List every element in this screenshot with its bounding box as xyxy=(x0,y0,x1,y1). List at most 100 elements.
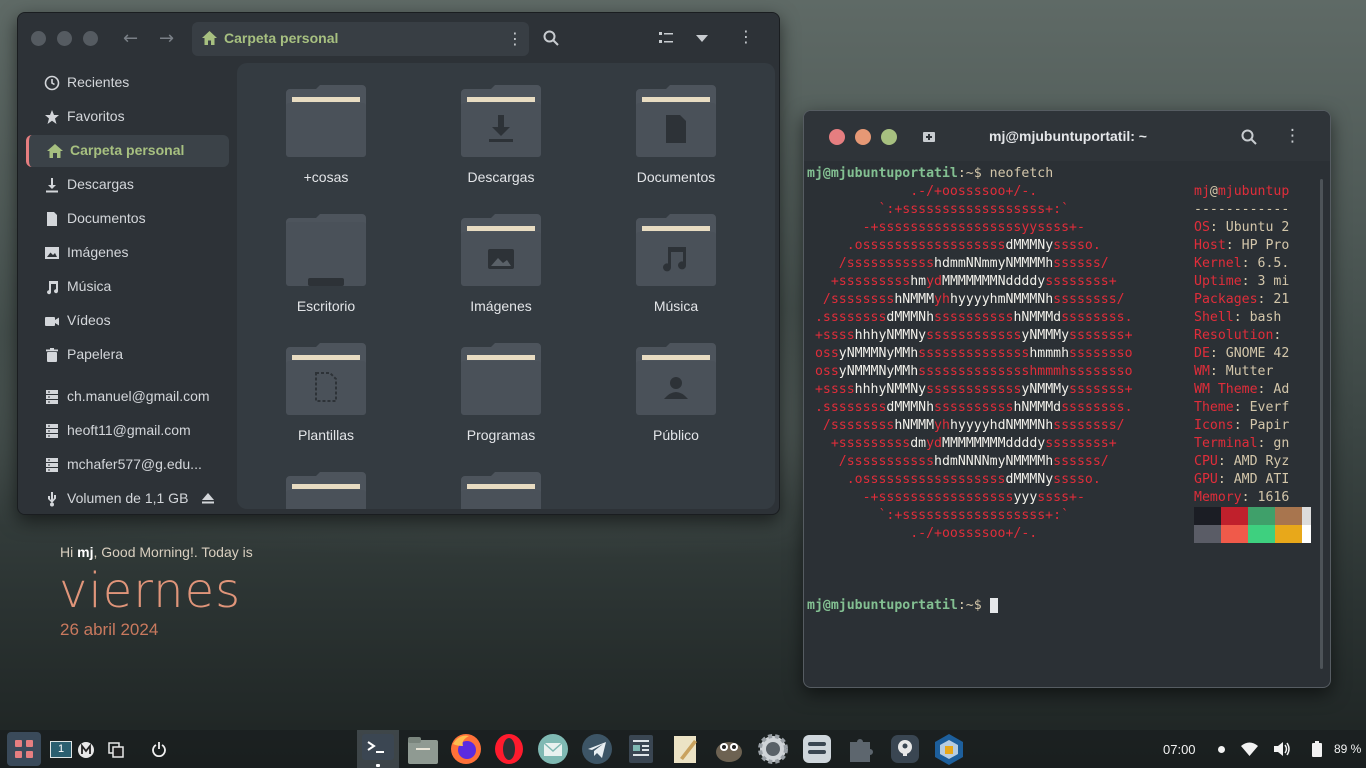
sidebar-item-documentos[interactable]: Documentos xyxy=(26,203,229,235)
close-button[interactable] xyxy=(31,31,46,46)
logo-line: .ossssssssssssssssssdMMMNysssso. xyxy=(807,472,1101,487)
battery-icon[interactable] xyxy=(1312,741,1322,757)
dock-mail[interactable] xyxy=(536,732,570,766)
dock-telegram[interactable] xyxy=(580,732,614,766)
color-swatch xyxy=(1275,507,1302,525)
date-text: 26 abril 2024 xyxy=(60,620,159,639)
folder-item[interactable]: Público xyxy=(601,343,751,463)
dock-news[interactable] xyxy=(624,732,658,766)
sidebar-item-musica[interactable]: Música xyxy=(26,271,229,303)
info-separator: ------------ xyxy=(1194,202,1290,217)
sidebar-item-network-1[interactable]: ch.manuel@gmail.com xyxy=(26,381,229,413)
sidebar-item-label: Volumen de 1,1 GB xyxy=(67,490,189,506)
path-menu-icon[interactable]: ⋮ xyxy=(507,29,523,48)
info-line: Uptime: 3 mi xyxy=(1194,274,1290,289)
download-icon xyxy=(46,178,58,193)
search-icon[interactable] xyxy=(543,30,559,46)
sidebar-item-recientes[interactable]: Recientes xyxy=(26,67,229,99)
color-swatch xyxy=(1221,507,1248,525)
sidebar-item-videos[interactable]: Vídeos xyxy=(26,305,229,337)
sidebar-item-label: Favoritos xyxy=(67,108,125,124)
wifi-icon[interactable] xyxy=(1241,742,1258,756)
file-manager-window: ← → Carpeta personal ⋮ ⋮ Recientes Favor… xyxy=(17,12,780,515)
scrollbar[interactable] xyxy=(1320,179,1323,669)
sidebar-item-label: heoft11@gmail.com xyxy=(67,422,191,438)
sidebar-item-descargas[interactable]: Descargas xyxy=(26,169,229,201)
maximize-button[interactable] xyxy=(83,31,98,46)
logo-line: /sssssssshNMMMyhhyyyyhmNMMMNhssssssss/ xyxy=(807,292,1125,307)
clock[interactable]: 07:00 xyxy=(1163,742,1196,757)
terminal-output[interactable]: mj@mjubuntuportatil:~$ neofetch .-/+ooss… xyxy=(807,165,1319,680)
chevron-down-icon[interactable] xyxy=(696,35,708,42)
terminal-window: mj@mjubuntuportatil: ~ ⋮ mj@mjubuntuport… xyxy=(803,110,1331,688)
info-line: Theme: Everf xyxy=(1194,400,1290,415)
sidebar-item-label: Recientes xyxy=(67,74,130,90)
path-bar[interactable]: Carpeta personal ⋮ xyxy=(192,22,529,56)
folder-icon xyxy=(286,85,366,157)
folder-item[interactable]: +cosas xyxy=(251,85,401,205)
prompt-line: mj@mjubuntuportatil:~$ xyxy=(807,597,998,615)
sidebar-item-network-2[interactable]: heoft11@gmail.com xyxy=(26,415,229,447)
dock-virtualbox[interactable] xyxy=(932,732,966,766)
dock-firefox[interactable] xyxy=(449,732,483,766)
app-grid-button[interactable] xyxy=(7,732,41,766)
mailspring-icon[interactable] xyxy=(78,742,94,758)
virtualbox-icon xyxy=(935,734,963,765)
folder-item[interactable]: Imágenes xyxy=(426,214,576,334)
dock-opera[interactable] xyxy=(492,732,526,766)
dock-notes[interactable] xyxy=(668,732,702,766)
power-icon[interactable] xyxy=(151,741,167,757)
workspace-indicator[interactable]: 1 xyxy=(50,741,72,758)
dock-settings[interactable] xyxy=(756,732,790,766)
terminal-headerbar: mj@mjubuntuportatil: ~ ⋮ xyxy=(804,111,1330,161)
logo-line: ossyNMMMNyMMhsssssssssssssshmmmhssssssso xyxy=(807,346,1133,361)
info-header: mj@mjubuntup xyxy=(1194,184,1290,199)
folder-item[interactable]: Plantillas xyxy=(251,343,401,463)
folder-item[interactable]: Descargas xyxy=(426,85,576,205)
folder-icon xyxy=(286,472,366,509)
dock-files[interactable] xyxy=(406,732,440,766)
dock-keyring[interactable] xyxy=(888,732,922,766)
dock-extensions[interactable] xyxy=(844,732,878,766)
folder-label: Público xyxy=(653,427,699,443)
back-arrow-icon[interactable]: ← xyxy=(123,28,138,49)
info-line: OS: Ubuntu 2 xyxy=(1194,220,1290,235)
folder-item[interactable] xyxy=(426,472,576,509)
info-line: DE: GNOME 42 xyxy=(1194,346,1290,361)
folder-label: Programas xyxy=(466,427,536,443)
search-icon[interactable] xyxy=(1241,129,1257,145)
eject-icon[interactable] xyxy=(202,493,214,504)
folder-icon xyxy=(286,214,366,286)
volume-icon[interactable] xyxy=(1274,742,1291,756)
logo-line: +sssshhhyNMMNyssssssssssssyNMMMysssssss+ xyxy=(807,382,1133,397)
minimize-button[interactable] xyxy=(57,31,72,46)
sidebar-item-volume[interactable]: Volumen de 1,1 GB xyxy=(26,483,229,514)
sidebar-item-favoritos[interactable]: Favoritos xyxy=(26,101,229,133)
news-icon xyxy=(629,735,653,763)
home-icon xyxy=(47,144,63,158)
color-swatch xyxy=(1194,525,1221,543)
folder-item[interactable]: Escritorio xyxy=(251,214,401,334)
sidebar-item-label: ch.manuel@gmail.com xyxy=(67,388,210,404)
notification-dot-icon[interactable] xyxy=(1218,746,1225,753)
dock-software[interactable] xyxy=(800,732,834,766)
terminal-menu-icon[interactable]: ⋮ xyxy=(1284,126,1301,146)
forward-arrow-icon[interactable]: → xyxy=(159,28,174,49)
window-switcher-icon[interactable] xyxy=(108,742,124,758)
dock-terminal[interactable] xyxy=(357,730,399,768)
document-icon xyxy=(47,212,57,226)
main-menu-icon[interactable]: ⋮ xyxy=(738,27,754,46)
logo-line: +ssssssssshmydMMMMMMMNddddyssssssss+ xyxy=(807,274,1117,289)
info-line: Memory: 1616 xyxy=(1194,490,1290,505)
folder-item[interactable]: Programas xyxy=(426,343,576,463)
folder-item[interactable] xyxy=(251,472,401,509)
folder-item[interactable]: Documentos xyxy=(601,85,751,205)
sidebar-item-imagenes[interactable]: Imágenes xyxy=(26,237,229,269)
list-view-icon[interactable] xyxy=(659,32,673,44)
sidebar-item-network-3[interactable]: mchafer577@g.edu... xyxy=(26,449,229,481)
image-icon xyxy=(45,247,59,259)
sidebar-item-papelera[interactable]: Papelera xyxy=(26,339,229,371)
sidebar-item-carpeta-personal[interactable]: Carpeta personal xyxy=(26,135,229,167)
dock-gimp[interactable] xyxy=(712,732,746,766)
folder-item[interactable]: Música xyxy=(601,214,751,334)
